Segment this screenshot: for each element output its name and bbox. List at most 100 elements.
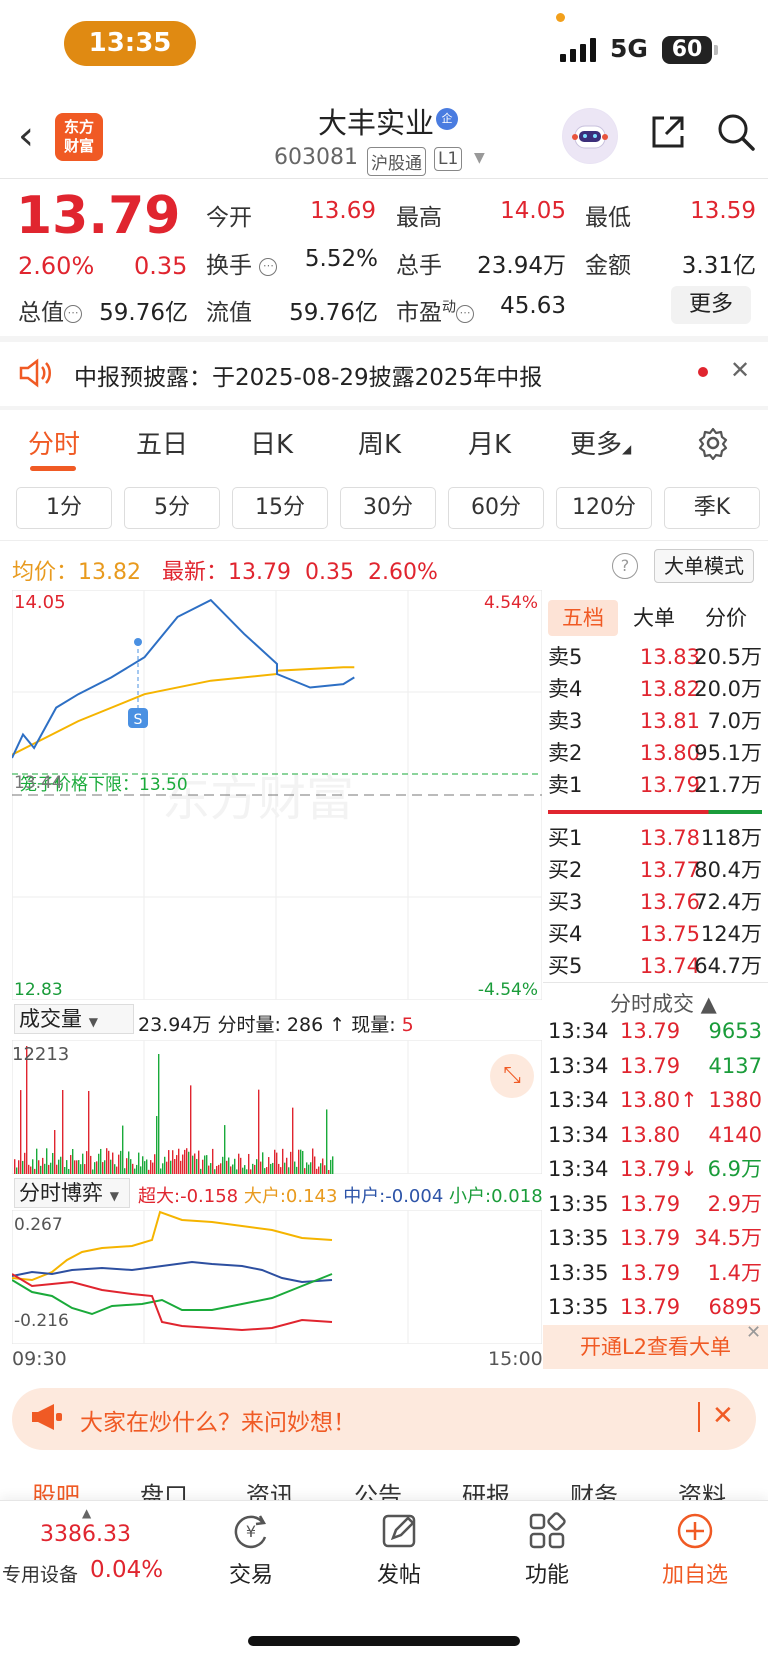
nav-functions[interactable]: 功能 xyxy=(502,1507,592,1589)
more-quote-button[interactable]: 更多 xyxy=(671,286,751,324)
volume-bar xyxy=(22,1160,24,1174)
volume-bar xyxy=(296,1166,298,1174)
home-indicator[interactable] xyxy=(248,1636,520,1646)
tab-big-orders[interactable]: 大单 xyxy=(624,600,684,636)
volume-bar xyxy=(254,1164,256,1174)
bid-row[interactable]: 买4 13.75 124万 xyxy=(548,918,762,950)
volume-bar xyxy=(18,1160,20,1174)
close-icon[interactable]: ✕ xyxy=(730,356,750,384)
volume-bar xyxy=(40,1165,42,1174)
period-5min[interactable]: 5分 xyxy=(124,487,220,529)
volume-bar xyxy=(102,1162,104,1174)
trade-row: 13:34 13.79 4137 xyxy=(548,1053,762,1078)
tab-weekly-k[interactable]: 周K xyxy=(358,424,401,461)
volume-bar xyxy=(74,1160,76,1174)
close-icon[interactable]: ✕ xyxy=(746,1322,761,1343)
gear-icon[interactable] xyxy=(696,426,730,460)
ask-text[interactable]: 大家在炒什么？来问妙想！ xyxy=(80,1403,356,1437)
recording-indicator xyxy=(556,13,565,22)
notice-text[interactable]: 中报预披露：于2025-08-29披露2025年中报 xyxy=(74,358,542,392)
period-15min[interactable]: 15分 xyxy=(232,487,328,529)
divider xyxy=(0,178,768,179)
ask-row[interactable]: 卖2 13.80 95.1万 xyxy=(548,737,762,769)
volume-bar xyxy=(186,1148,188,1174)
ask-row[interactable]: 卖3 13.81 7.0万 xyxy=(548,705,762,737)
ai-assistant-robot-icon[interactable] xyxy=(562,108,618,164)
sector-change[interactable]: 0.04% xyxy=(90,1557,163,1583)
intraday-price-chart[interactable]: 东方财富 笼子价格下限：13.50 S 14.05 12.83 13.44 4.… xyxy=(12,590,542,1000)
volume-bar xyxy=(176,1155,178,1174)
volume-bar xyxy=(202,1159,204,1174)
bid-row[interactable]: 买2 13.77 80.4万 xyxy=(548,854,762,886)
volume-bar xyxy=(178,1148,180,1174)
capital-game-chart[interactable]: 0.267 -0.216 xyxy=(12,1210,542,1344)
tab-daily-k[interactable]: 日K xyxy=(250,424,293,461)
period-1min[interactable]: 1分 xyxy=(16,487,112,529)
volume-bar xyxy=(180,1160,182,1174)
add-circle-icon xyxy=(677,1513,713,1549)
volume-bar xyxy=(280,1167,282,1174)
svg-text:¥: ¥ xyxy=(246,1522,256,1541)
volume-bar xyxy=(242,1167,244,1174)
open-l2-button[interactable]: 开通L2查看大单 xyxy=(543,1325,768,1369)
share-icon[interactable] xyxy=(648,112,688,152)
volume-selector[interactable]: 成交量 ▼ xyxy=(14,1004,134,1034)
volume-bar xyxy=(70,1155,72,1174)
volume-bar xyxy=(132,1163,134,1174)
volume-chart[interactable] xyxy=(12,1040,542,1174)
sector-index[interactable]: 3386.33 xyxy=(40,1522,131,1547)
bid-row[interactable]: 买3 13.76 72.4万 xyxy=(548,886,762,918)
tab-fenshi[interactable]: 分时 xyxy=(28,424,80,461)
tab-price-dist[interactable]: 分价 xyxy=(694,600,758,636)
volume-bar xyxy=(14,1159,16,1174)
expand-icon[interactable]: ⤡ xyxy=(490,1054,534,1098)
period-120min[interactable]: 120分 xyxy=(556,487,652,529)
volume-bar xyxy=(318,1166,320,1174)
nav-trade[interactable]: ¥ 交易 xyxy=(206,1507,296,1589)
volume-bar xyxy=(226,1160,228,1174)
period-30min[interactable]: 30分 xyxy=(340,487,436,529)
volume-bar xyxy=(290,1151,292,1174)
trade-icon: ¥ xyxy=(234,1515,267,1549)
volume-bar xyxy=(204,1155,206,1174)
close-icon[interactable]: ✕ xyxy=(712,1401,734,1431)
volume-bar xyxy=(100,1148,102,1174)
ask-row[interactable]: 卖5 13.83 20.5万 xyxy=(548,641,762,673)
help-icon[interactable]: ? xyxy=(612,553,638,579)
volume-bar xyxy=(330,1159,332,1174)
mktcap-label: 总值 ⋯ xyxy=(18,293,82,327)
tab-monthly-k[interactable]: 月K xyxy=(468,424,511,461)
chevron-down-icon[interactable]: ▼ xyxy=(474,150,485,166)
volume-bar xyxy=(250,1169,252,1174)
ask-row[interactable]: 卖4 13.82 20.0万 xyxy=(548,673,762,705)
volume-bar xyxy=(48,1164,50,1174)
bid-row[interactable]: 买5 13.74 64.7万 xyxy=(548,950,762,982)
volume-bar xyxy=(160,1168,162,1174)
ask-row[interactable]: 卖1 13.79 21.7万 xyxy=(548,769,762,801)
volume-bar xyxy=(112,1152,114,1174)
section-gap xyxy=(0,336,768,342)
tab-5day[interactable]: 五日 xyxy=(136,424,188,461)
nav-add-watchlist[interactable]: 加自选 xyxy=(650,1507,740,1589)
volume-bar xyxy=(276,1152,278,1174)
open-value: 13.69 xyxy=(310,198,376,224)
volume-bar xyxy=(46,1148,48,1174)
period-quarter-k[interactable]: 季K xyxy=(664,487,760,529)
volume-bar xyxy=(228,1157,230,1174)
search-icon[interactable] xyxy=(716,112,756,152)
big-order-mode-button[interactable]: 大单模式 xyxy=(654,549,754,583)
game-bottom-label: -0.216 xyxy=(14,1311,69,1331)
level-tag: L1 xyxy=(434,147,463,171)
game-selector[interactable]: 分时博弈 ▼ xyxy=(14,1178,130,1208)
volume-bar xyxy=(306,1162,308,1174)
volume-bar xyxy=(76,1160,78,1174)
bid-row[interactable]: 买1 13.78 118万 xyxy=(548,822,762,854)
volume-bar xyxy=(134,1168,136,1174)
volume-bar xyxy=(88,1090,90,1174)
tab-five-levels[interactable]: 五档 xyxy=(548,600,618,636)
period-60min[interactable]: 60分 xyxy=(448,487,544,529)
nav-post[interactable]: 发帖 xyxy=(354,1507,444,1589)
sector-name[interactable]: 专用设备 xyxy=(2,1560,78,1587)
tab-more[interactable]: 更多◢ xyxy=(570,424,631,461)
volume-bar xyxy=(286,1157,288,1174)
